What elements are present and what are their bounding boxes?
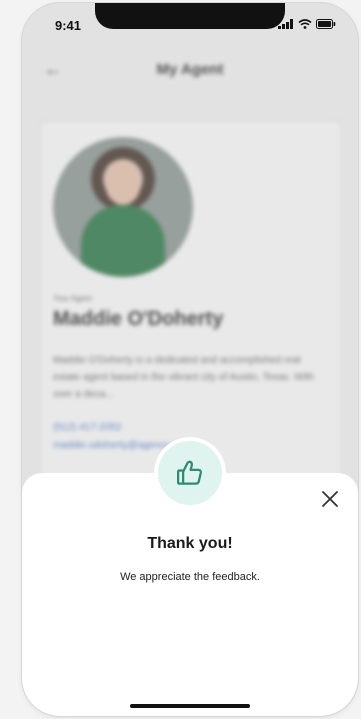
agent-avatar	[53, 137, 193, 277]
feedback-badge	[154, 437, 226, 509]
close-icon[interactable]	[320, 489, 340, 509]
feedback-bottom-sheet: Thank you! We appreciate the feedback.	[22, 473, 358, 716]
phone-frame: 9:41 ← My Agent Your Agent Maddie O'Dohe…	[22, 3, 358, 716]
home-indicator[interactable]	[130, 704, 250, 708]
agent-phone-link[interactable]: (512) 417-2052	[53, 422, 121, 433]
thumbs-up-icon	[177, 460, 202, 485]
feedback-message: We appreciate the feedback.	[120, 571, 260, 583]
status-time: 9:41	[55, 18, 82, 33]
agent-role: Your Agent	[53, 294, 92, 303]
device-notch	[95, 3, 285, 29]
feedback-badge-inner	[158, 441, 222, 505]
agent-bio: Maddie O'Doherty is a dedicated and acco…	[53, 355, 315, 400]
battery-icon	[316, 19, 336, 29]
feedback-title: Thank you!	[147, 535, 233, 552]
screen-title: My Agent	[156, 61, 224, 78]
agent-name: Maddie O'Doherty	[53, 308, 224, 330]
wifi-icon	[298, 19, 312, 29]
status-icons	[278, 19, 336, 29]
screen-header: ← My Agent	[22, 53, 358, 89]
